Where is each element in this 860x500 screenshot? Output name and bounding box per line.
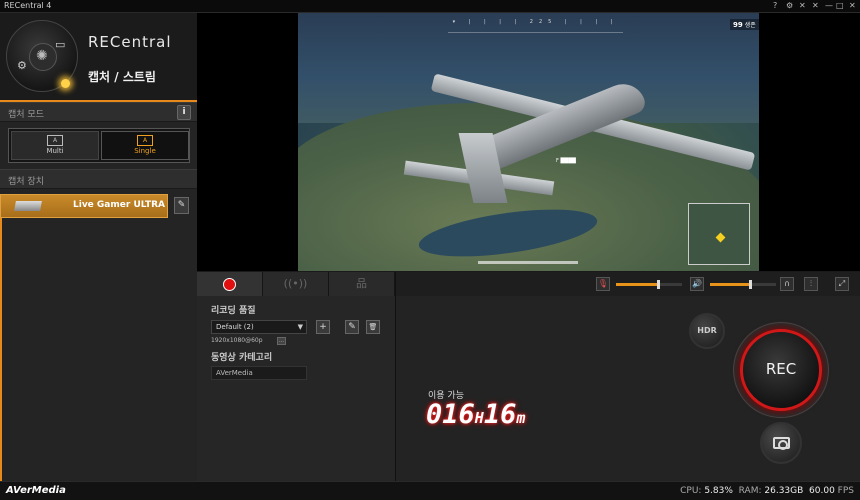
alive-label: 생존: [744, 22, 756, 29]
multi-label: Multi: [46, 147, 64, 155]
status-bar: AVerMedia CPU: 5.83% RAM: 26.33GB 60.00 …: [0, 481, 860, 500]
single-icon: A: [137, 135, 153, 146]
record-main-area: 이용 가능 016H16m HDR REC: [395, 296, 860, 481]
device-name: Live Gamer ULTRA: [73, 200, 166, 210]
available-time-display: 016H16m: [426, 399, 525, 430]
timer-minutes-unit: m: [516, 409, 526, 427]
rec-button[interactable]: REC: [740, 329, 822, 411]
rec-button-frame: REC: [733, 322, 829, 418]
close-button[interactable]: ✕: [849, 1, 856, 11]
mixer-icon[interactable]: ⫶: [804, 277, 818, 291]
mic-volume-slider[interactable]: [616, 280, 682, 289]
mic-icon[interactable]: 🎙: [596, 277, 610, 291]
resolution-more-button[interactable]: …: [277, 337, 286, 345]
edit-device-button[interactable]: ✎: [174, 197, 189, 214]
capture-mode-label: 캡처 모드: [8, 110, 44, 120]
hdr-button[interactable]: HDR: [689, 313, 725, 349]
preview-area[interactable]: ▾ | | | | 225 | | | | 99 생존 F ████: [197, 13, 860, 271]
rec-label: REC: [765, 360, 797, 378]
help-icon[interactable]: ?: [773, 1, 777, 11]
settings-icon[interactable]: ⚙: [786, 1, 793, 11]
pin-icon[interactable]: ✕: [799, 1, 806, 11]
device-item[interactable]: Live Gamer ULTRA: [0, 194, 168, 218]
hud-alive-count: 99 생존: [730, 19, 759, 30]
quality-preset-select[interactable]: Default (2) ▼: [211, 320, 307, 334]
cpu-label: CPU:: [680, 486, 702, 496]
multi-icon: A: [47, 135, 63, 146]
quality-label: 리코딩 품질: [211, 306, 256, 316]
resolution-text: 1920x1080@60p: [211, 337, 263, 344]
current-mode-title: 캡처 / 스트림: [88, 70, 156, 84]
add-preset-button[interactable]: +: [316, 320, 330, 334]
tab-network[interactable]: 品: [329, 272, 395, 296]
broadcast-icon: ((•)): [283, 277, 308, 290]
folder-icon[interactable]: ▭: [55, 38, 65, 51]
timer-minutes: 16: [483, 399, 517, 430]
tab-record[interactable]: [197, 272, 263, 296]
left-panel: ⚙ ▭ ✺ RECentral 캡처 / 스트림 캡처 모드 i A Multi…: [0, 13, 197, 481]
dial-center[interactable]: ✺: [29, 43, 57, 71]
capture-card-icon: [14, 201, 42, 211]
edit-preset-button[interactable]: ✎: [345, 320, 359, 334]
fullscreen-icon[interactable]: ⤢: [835, 277, 849, 291]
timer-hours-unit: H: [474, 409, 484, 427]
accent-strip: [0, 218, 2, 481]
recording-settings: 리코딩 품질 Default (2) ▼ + ✎ 🗑 1920x1080@60p…: [197, 296, 395, 481]
category-input[interactable]: AVerMedia: [211, 366, 307, 380]
brand-logo: RECentral: [88, 33, 172, 51]
tool-icon[interactable]: ✕: [812, 1, 819, 11]
mode-indicator-icon: [61, 79, 70, 88]
window-title: RECentral 4: [4, 1, 52, 10]
single-mode-button[interactable]: A Single: [101, 131, 189, 160]
player-tag: F ████: [556, 158, 576, 164]
timer-hours: 016: [426, 399, 475, 430]
gear-icon[interactable]: ⚙: [17, 59, 27, 72]
speaker-volume-fill: [710, 283, 751, 286]
speaker-volume-slider[interactable]: [710, 280, 776, 289]
speaker-icon[interactable]: 🔊: [690, 277, 704, 291]
maximize-button[interactable]: □: [836, 1, 844, 11]
camera-icon: [773, 437, 790, 450]
ram-label: RAM:: [738, 486, 762, 496]
alive-number: 99: [733, 21, 743, 29]
mic-volume-knob[interactable]: [656, 280, 660, 289]
function-tabs: ((•)) 品: [197, 272, 395, 296]
ram-value: 26.33GB: [764, 486, 804, 496]
cpu-value: 5.83%: [704, 486, 733, 496]
hud-compass: ▾ | | | | 225 | | | |: [448, 19, 623, 33]
screenshot-button[interactable]: [760, 422, 802, 464]
speaker-volume-knob[interactable]: [748, 280, 752, 289]
fps-label: FPS: [837, 486, 854, 496]
chevron-down-icon: ▼: [297, 323, 303, 331]
category-label: 동영상 카테고리: [211, 353, 273, 363]
hud-health-bar: [478, 261, 578, 264]
mic-volume-fill: [616, 283, 659, 286]
title-bar: RECentral 4 ? ⚙ ✕ ✕ — □ ✕: [0, 0, 860, 13]
record-dot-icon: [223, 278, 236, 291]
capture-device-header: 캡처 장치: [0, 169, 197, 189]
headphone-icon[interactable]: ∩: [780, 277, 794, 291]
aperture-icon: ✺: [36, 48, 48, 64]
capture-mode-header: 캡처 모드 i: [0, 102, 197, 122]
mode-header: ⚙ ▭ ✺ RECentral 캡처 / 스트림: [0, 13, 197, 100]
tab-stream[interactable]: ((•)): [263, 272, 329, 296]
fps-value: 60.00: [809, 486, 835, 496]
multi-mode-button[interactable]: A Multi: [11, 131, 99, 160]
quality-preset-value: Default (2): [216, 323, 254, 331]
avermedia-logo: AVerMedia: [6, 485, 66, 496]
player-marker-icon: [715, 232, 726, 243]
info-button[interactable]: i: [177, 105, 191, 120]
game-preview: ▾ | | | | 225 | | | | 99 생존 F ████: [298, 13, 759, 271]
system-stats: CPU: 5.83% RAM: 26.33GB 60.00 FPS: [680, 486, 854, 496]
audio-control-bar: 🎙 🔊 ∩ ⫶ ⤢: [395, 272, 860, 296]
mode-dial[interactable]: ⚙ ▭ ✺: [6, 20, 78, 92]
single-label: Single: [134, 147, 156, 155]
hud-minimap: [688, 203, 750, 265]
capture-mode-selector: A Multi A Single: [8, 128, 190, 163]
network-icon: 品: [356, 277, 367, 290]
minimize-button[interactable]: —: [825, 1, 833, 11]
capture-device-label: 캡처 장치: [8, 177, 44, 187]
delete-preset-button[interactable]: 🗑: [366, 320, 380, 334]
